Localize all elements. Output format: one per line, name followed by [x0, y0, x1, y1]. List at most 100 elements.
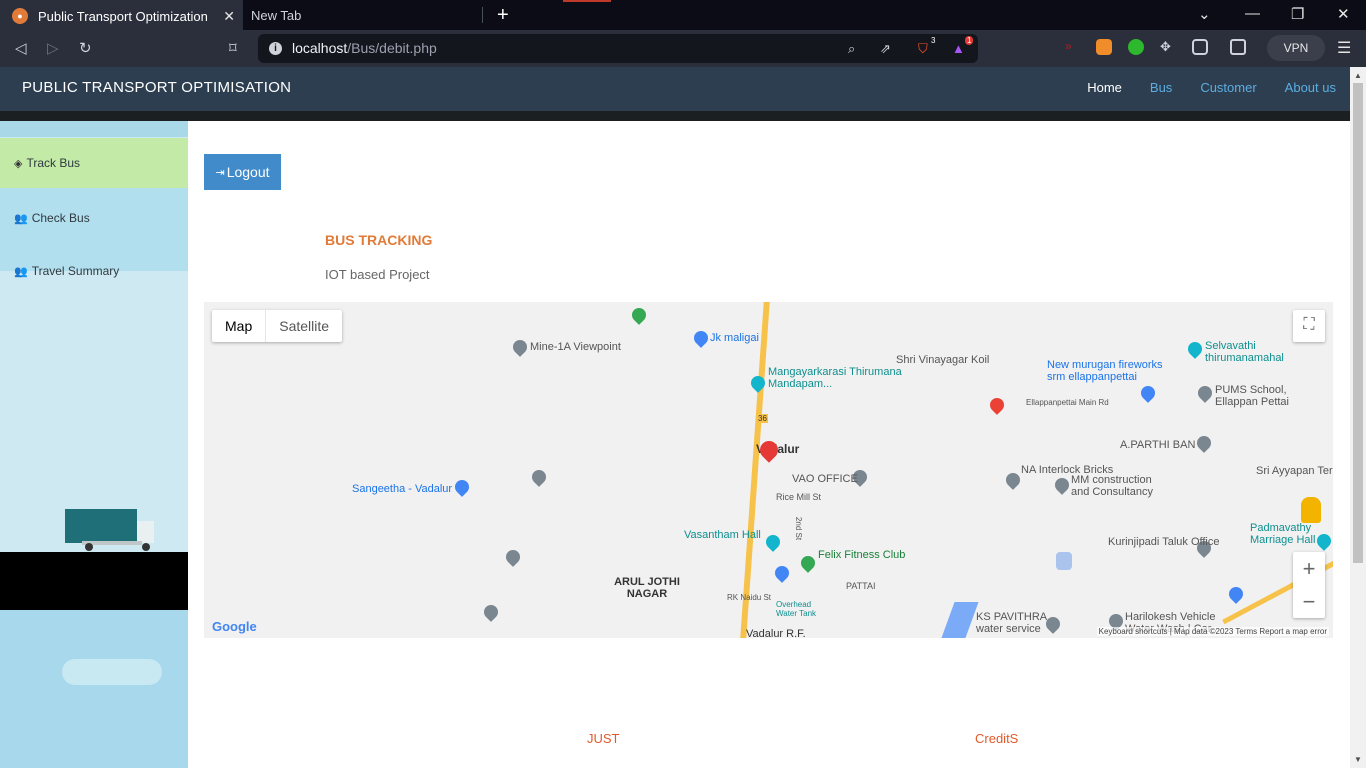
map-place-label[interactable]: KS PAVITHRA water service	[976, 611, 1051, 635]
map-place-label[interactable]: Padmavathy Marriage Hall	[1250, 522, 1325, 546]
map-poi-pin[interactable]	[798, 553, 818, 573]
close-window-icon[interactable]: ✕	[1337, 5, 1350, 23]
route-shield: 36	[757, 414, 768, 423]
map-water	[1056, 552, 1072, 570]
map-poi-pin[interactable]	[1194, 433, 1214, 453]
map-place-label[interactable]: Mine-1A Viewpoint	[530, 341, 621, 353]
tab-list-chevron-icon[interactable]: ⌄	[1198, 5, 1211, 23]
menu-icon[interactable]: ☰	[1337, 38, 1351, 58]
map-place-label[interactable]: Felix Fitness Club	[818, 549, 905, 561]
close-tab-icon[interactable]: ✕	[223, 8, 235, 25]
nav-customer[interactable]: Customer	[1200, 80, 1256, 95]
site-info-icon[interactable]: i	[269, 42, 282, 55]
map-poi-pin[interactable]	[481, 602, 501, 622]
logout-button[interactable]: ⇥ Logout	[204, 154, 281, 190]
wallet-icon[interactable]	[1230, 39, 1246, 55]
nav-links: Home Bus Customer About us	[1059, 80, 1336, 95]
sidebar-toggle-icon[interactable]	[1192, 39, 1208, 55]
zoom-out-button[interactable]: −	[1293, 585, 1325, 618]
brave-rewards-icon[interactable]: ▲	[952, 41, 965, 56]
map-poi-pin[interactable]	[529, 467, 549, 487]
map-place-label[interactable]: A.PARTHI BAN	[1120, 439, 1195, 451]
zoom-icon[interactable]: ⌕	[848, 41, 855, 57]
map-place-label[interactable]: Mangayarkarasi Thirumana Mandapam...	[768, 366, 908, 390]
fullscreen-icon[interactable]: ⛶	[1293, 310, 1325, 342]
map-place-label[interactable]: New murugan fireworks srm ellappanpettai	[1047, 359, 1177, 383]
page-subtitle: IOT based Project	[325, 267, 430, 282]
footer-just: JUST	[587, 731, 620, 746]
site-brand[interactable]: PUBLIC TRANSPORT OPTIMISATION	[22, 79, 291, 96]
brave-shields-icon[interactable]: ⛉	[918, 41, 928, 57]
page-scrollbar[interactable]: ▲ ▼	[1350, 67, 1366, 768]
address-bar[interactable]: i localhost/Bus/debit.php ⌕ ⇗ ⛉ 3 ▲ 1	[258, 34, 978, 63]
map-type-satellite-button[interactable]: Satellite	[266, 310, 342, 342]
map-poi-pin[interactable]	[772, 563, 792, 583]
map-place-label[interactable]: Jk maligai	[710, 332, 759, 344]
google-map[interactable]: Mine-1A Viewpoint Jk maligai Mangayarkar…	[204, 302, 1333, 638]
back-icon[interactable]: ◁	[15, 39, 27, 57]
scroll-up-icon[interactable]: ▲	[1354, 71, 1362, 80]
map-poi-pin[interactable]	[1185, 339, 1205, 359]
logout-icon: ⇥	[215, 166, 225, 179]
map-place-label[interactable]: Vasantham Hall	[684, 529, 761, 541]
browser-toolbar: ◁ ▷ ↻ ⌑ i localhost/Bus/debit.php ⌕ ⇗ ⛉ …	[0, 30, 1366, 67]
scroll-down-icon[interactable]: ▼	[1354, 755, 1362, 764]
map-place-label[interactable]: MM construction and Consultancy	[1071, 474, 1171, 498]
sidebar-item-check-bus[interactable]: 👥 Check Bus	[0, 193, 188, 243]
metamask-icon[interactable]	[1096, 39, 1112, 55]
bookmark-icon[interactable]: ⌑	[229, 39, 237, 57]
map-attribution[interactable]: Keyboard shortcuts | Map data ©2023 Term…	[1096, 627, 1329, 636]
map-place-label[interactable]: Kurinjipadi Taluk Office	[1108, 536, 1220, 548]
tab-public-transport[interactable]: ● Public Transport Optimization ✕	[0, 0, 243, 30]
map-road-label: 2nd St	[794, 516, 804, 541]
extension-n-icon[interactable]	[1128, 39, 1144, 55]
pegman-icon[interactable]	[1301, 497, 1321, 523]
map-poi-pin[interactable]	[452, 477, 472, 497]
hospital-pin-icon[interactable]	[987, 395, 1007, 415]
map-road-label: Rice Mill St	[776, 492, 822, 502]
map-type-map-button[interactable]: Map	[212, 310, 267, 342]
forward-icon[interactable]: ▷	[47, 39, 59, 57]
map-poi-pin[interactable]	[1003, 470, 1023, 490]
map-poi-pin[interactable]	[1226, 584, 1246, 604]
browser-tab-bar: ● Public Transport Optimization ✕ New Ta…	[0, 0, 1366, 30]
minimize-icon[interactable]: —	[1245, 5, 1260, 22]
map-place-label[interactable]: ARUL JOTHI NAGAR	[607, 576, 687, 600]
map-place-label[interactable]: Vadalur R.F.	[746, 628, 806, 638]
map-poi-pin[interactable]	[763, 532, 783, 552]
map-place-label[interactable]: Sangeetha - Vadalur	[352, 483, 452, 495]
tab-new-tab[interactable]: New Tab	[243, 0, 483, 30]
nav-divider	[0, 111, 1350, 121]
map-place-label[interactable]: Overhead Water Tank	[776, 600, 816, 618]
map-poi-pin[interactable]	[1052, 475, 1072, 495]
nav-about[interactable]: About us	[1285, 80, 1336, 95]
sidebar: ◈ Track Bus 👥 Check Bus 👥 Travel Summary	[0, 121, 188, 768]
map-place-label[interactable]: Selvavathi thirumanamahal	[1205, 340, 1295, 364]
map-place-label[interactable]: Shri Vinayagar Koil	[896, 354, 989, 366]
nav-home[interactable]: Home	[1087, 80, 1122, 95]
extension-red-icon[interactable]: »	[1065, 39, 1081, 55]
vpn-button[interactable]: VPN	[1267, 35, 1325, 61]
map-place-label[interactable]: Sri Ayyapan Ter	[1256, 465, 1333, 477]
map-poi-pin[interactable]	[1138, 383, 1158, 403]
map-poi-pin[interactable]	[510, 337, 530, 357]
sidebar-item-track-bus[interactable]: ◈ Track Bus	[0, 138, 188, 188]
map-poi-pin[interactable]	[1195, 383, 1215, 403]
map-poi-pin[interactable]	[691, 328, 711, 348]
nav-bus[interactable]: Bus	[1150, 80, 1172, 95]
map-poi-pin[interactable]	[748, 373, 768, 393]
sidebar-item-travel-summary[interactable]: 👥 Travel Summary	[0, 246, 188, 296]
share-icon[interactable]: ⇗	[880, 41, 891, 57]
reload-icon[interactable]: ↻	[79, 39, 92, 57]
map-poi-pin[interactable]	[629, 305, 649, 325]
scroll-thumb[interactable]	[1353, 83, 1363, 563]
extensions-puzzle-icon[interactable]: ✥	[1160, 39, 1176, 55]
map-place-label[interactable]: PATTAI	[846, 581, 876, 591]
restore-icon[interactable]: ❐	[1291, 5, 1304, 23]
url-text: localhost/Bus/debit.php	[292, 40, 437, 56]
map-poi-pin[interactable]	[503, 547, 523, 567]
zoom-in-button[interactable]: +	[1293, 552, 1325, 585]
new-tab-icon[interactable]: +	[497, 4, 509, 27]
map-place-label[interactable]: VAO OFFICE	[792, 473, 858, 485]
map-place-label[interactable]: PUMS School, Ellappan Pettai	[1215, 384, 1305, 408]
